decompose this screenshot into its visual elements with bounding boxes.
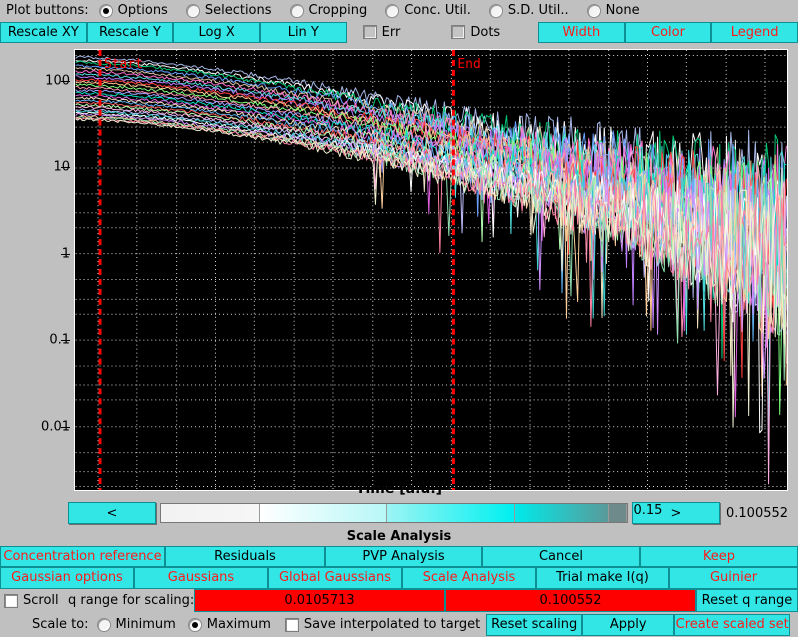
plot-button-option-label: S.D. Util..: [507, 3, 569, 19]
maximum-radio[interactable]: [187, 617, 202, 632]
analysis-button-gaussians[interactable]: Gaussians: [134, 567, 268, 589]
plot-canvas[interactable]: Start End: [74, 49, 788, 492]
rescale-xy-button[interactable]: Rescale XY: [0, 21, 87, 44]
analysis-button-scale-analysis[interactable]: Scale Analysis: [402, 567, 536, 589]
minimum-radio[interactable]: [96, 617, 111, 632]
x-tick-label: 0.15: [633, 503, 663, 519]
maximum-label: Maximum: [206, 617, 271, 633]
analysis-button-concentration-reference[interactable]: Concentration reference: [0, 545, 165, 568]
plot-button-option-s-d-util[interactable]: S.D. Util..: [488, 3, 569, 19]
legend-button[interactable]: Legend: [711, 21, 798, 44]
plot-button-option-none[interactable]: None: [586, 3, 640, 19]
reset-q-range-button[interactable]: Reset q range: [696, 588, 798, 613]
radio-none-icon[interactable]: [586, 3, 601, 18]
plot-area[interactable]: I(t) [a.u.] (log scale) 100 10 1 0.1 0.01 St…: [0, 43, 798, 518]
scroll-label: Scroll: [23, 593, 59, 609]
panel-title: Scale Analysis: [346, 529, 452, 545]
annotation-label-end: End: [457, 57, 480, 72]
slider-segment[interactable]: [608, 504, 627, 523]
x-axis-label: Time [a.u.]: [355, 481, 443, 498]
radio-options-icon[interactable]: [98, 3, 113, 18]
scale-create-scaled-set-button[interactable]: Create scaled set: [674, 613, 791, 636]
slider-segment[interactable]: [161, 504, 260, 523]
scale-apply-button[interactable]: Apply: [582, 613, 675, 636]
y-tick-mark: [61, 426, 70, 428]
plot-button-option-label: None: [605, 3, 640, 19]
save-interpolated-checkbox[interactable]: [284, 617, 299, 632]
y-tick-mark: [61, 253, 70, 255]
scale-to-maximum-option[interactable]: Maximum: [187, 617, 271, 633]
analysis-button-gaussian-options[interactable]: Gaussian options: [0, 567, 134, 589]
radio-selections-icon[interactable]: [185, 3, 200, 18]
err-label: Err: [381, 24, 401, 40]
analysis-button-pvp-analysis[interactable]: PVP Analysis: [325, 545, 482, 568]
analysis-button-row-2: Gaussian options Gaussians Global Gaussian…: [0, 567, 798, 589]
plot-button-option-label: Selections: [204, 3, 272, 19]
dots-checkbox[interactable]: [451, 25, 466, 40]
q-range-min-field[interactable]: 0.0105713: [194, 588, 445, 613]
save-interpolated-checkbox-cell[interactable]: Save interpolated to target: [284, 617, 481, 633]
chart-svg: Start End: [74, 49, 788, 492]
analysis-button-row-1: Concentration reference Residuals PVP Anal…: [0, 545, 798, 568]
plot-button-option-options[interactable]: Options: [98, 3, 168, 19]
color-button[interactable]: Color: [624, 21, 712, 44]
plot-button-option-label: Options: [117, 3, 168, 19]
scale-reset-scaling-button[interactable]: Reset scaling: [486, 613, 583, 636]
q-range-label: q range for scaling:: [68, 593, 195, 609]
radio-s-d-util-icon[interactable]: [488, 3, 503, 18]
analysis-button-keep[interactable]: Keep: [640, 545, 798, 568]
slider-segment[interactable]: [387, 504, 516, 523]
analysis-button-cancel[interactable]: Cancel: [482, 545, 640, 568]
scroll-checkbox-cell[interactable]: Scroll: [0, 589, 62, 613]
plot-button-option-conc-util[interactable]: Conc. Util.: [385, 3, 471, 18]
analysis-button-global-gaussians[interactable]: Global Gaussians: [268, 567, 402, 589]
scroll-checkbox[interactable]: [4, 593, 18, 608]
plot-button-option-label: Cropping: [308, 3, 368, 19]
q-range-row: Scroll q range for scaling: 0.0105713 0.…: [0, 588, 798, 613]
radio-cropping-icon[interactable]: [289, 3, 304, 18]
plot-buttons-radio-row: Plot buttons: Options Selections Cropping C…: [0, 0, 798, 22]
slider-trough[interactable]: [160, 503, 628, 524]
y-tick-mark: [61, 167, 70, 169]
plot-application-window: Plot buttons: Options Selections Cropping C…: [0, 0, 798, 637]
annotation-label-start: Start: [104, 57, 143, 72]
lin-y-button[interactable]: Lin Y: [259, 21, 347, 44]
scale-to-minimum-option[interactable]: Minimum: [96, 617, 176, 633]
err-checkbox-cell[interactable]: Err: [346, 21, 442, 44]
radio-conc-util-icon[interactable]: [385, 3, 400, 18]
dots-checkbox-cell[interactable]: Dots: [441, 21, 538, 44]
save-interpolated-label: Save interpolated to target: [303, 617, 481, 633]
slider-segment[interactable]: [515, 504, 609, 523]
plot-button-option-label: Conc. Util.: [404, 3, 471, 19]
width-button[interactable]: Width: [538, 21, 625, 44]
scale-to-row: Scale to: Minimum Maximum Save interpola…: [0, 612, 798, 637]
log-x-button[interactable]: Log X: [173, 21, 260, 44]
dots-label: Dots: [470, 24, 501, 40]
q-range-max-field[interactable]: 0.100552: [445, 588, 696, 613]
plot-buttons-label: Plot buttons:: [6, 3, 89, 19]
analysis-button-trial-make-i-q[interactable]: Trial make I(q): [536, 567, 669, 589]
rescale-y-button[interactable]: Rescale Y: [86, 21, 174, 44]
y-tick-mark: [61, 80, 70, 82]
minimum-label: Minimum: [115, 617, 176, 633]
err-checkbox[interactable]: [362, 25, 377, 40]
analysis-button-residuals[interactable]: Residuals: [165, 545, 325, 568]
plot-button-option-cropping[interactable]: Cropping: [289, 3, 368, 19]
analysis-button-guinier[interactable]: Guinier: [669, 567, 798, 589]
y-tick-mark: [61, 340, 70, 342]
plot-button-option-selections[interactable]: Selections: [185, 3, 272, 19]
plot-toolbar: Rescale XY Rescale Y Log X Lin Y Err Dot…: [0, 21, 798, 44]
y-axis-ticks: 100 10 1 0.1 0.01: [0, 49, 70, 491]
panel-title-row: Scale Analysis: [0, 527, 798, 546]
scale-to-label: Scale to:: [32, 617, 89, 633]
slider-segment[interactable]: [259, 504, 388, 523]
